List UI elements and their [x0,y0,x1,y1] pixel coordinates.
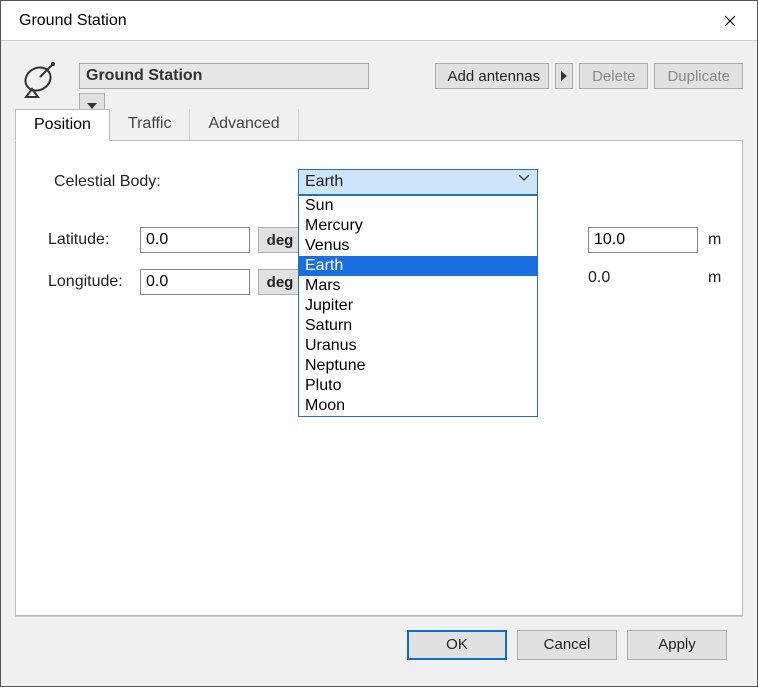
cancel-button[interactable]: Cancel [517,630,617,660]
tab-traffic[interactable]: Traffic [110,109,191,140]
add-antennas-button[interactable]: Add antennas [435,63,550,89]
dialog-window: Ground Station Add antennas [0,0,758,687]
tab-position-label: Position [34,116,91,133]
latitude-label: Latitude: [48,231,140,249]
tab-advanced[interactable]: Advanced [190,109,298,140]
latitude-input[interactable] [140,227,250,253]
celestial-body-option[interactable]: Jupiter [299,296,537,316]
chevron-down-icon [519,175,529,181]
celestial-body-combo[interactable]: Earth [298,169,538,195]
celestial-body-option[interactable]: Venus [299,236,537,256]
altitude-unit: m [708,231,728,249]
second-right-value: 0.0 [588,269,698,287]
longitude-label: Longitude: [48,273,140,291]
apply-label: Apply [658,636,696,653]
position-panel: Celestial Body: Earth SunMercuryVenusEar… [15,141,743,616]
add-antennas-dropdown[interactable] [555,63,573,89]
longitude-unit-button[interactable]: deg [258,269,302,295]
tab-traffic-label: Traffic [128,115,172,132]
delete-button[interactable]: Delete [579,63,648,89]
celestial-body-option[interactable]: Sun [299,196,537,216]
latitude-unit-button[interactable]: deg [258,227,302,253]
longitude-unit-label: deg [267,274,294,291]
apply-button[interactable]: Apply [627,630,727,660]
header-button-row: Add antennas Delete Duplicate [435,59,743,89]
celestial-body-option[interactable]: Neptune [299,356,537,376]
celestial-body-dropdown[interactable]: SunMercuryVenusEarthMarsJupiterSaturnUra… [298,195,538,417]
add-antennas-label: Add antennas [448,68,541,85]
altitude-input[interactable] [588,227,698,253]
celestial-body-selected: Earth [305,173,343,191]
footer: OK Cancel Apply [15,616,743,672]
duplicate-button[interactable]: Duplicate [654,63,743,89]
celestial-body-option[interactable]: Earth [299,256,537,276]
name-row [79,59,427,89]
client-area: Add antennas Delete Duplicate Position T… [1,41,757,686]
header-bar: Add antennas Delete Duplicate [15,59,743,101]
close-button[interactable] [702,2,757,40]
window-title: Ground Station [19,12,702,30]
celestial-body-label: Celestial Body: [48,173,298,191]
tab-advanced-label: Advanced [208,115,279,132]
duplicate-label: Duplicate [667,68,730,85]
celestial-body-option[interactable]: Pluto [299,376,537,396]
tab-position[interactable]: Position [15,109,110,141]
celestial-body-option[interactable]: Mars [299,276,537,296]
second-right-pair: 0.0 m [588,269,728,287]
satellite-dish-icon [22,59,64,101]
close-icon [724,15,736,27]
station-name-input[interactable] [79,63,369,89]
ok-button[interactable]: OK [407,630,507,660]
celestial-body-option[interactable]: Mercury [299,216,537,236]
celestial-body-option[interactable]: Moon [299,396,537,416]
celestial-body-option[interactable]: Saturn [299,316,537,336]
ok-label: OK [446,636,468,653]
tab-row: Position Traffic Advanced [15,109,743,141]
second-right-unit: m [708,269,728,287]
altitude-pair: m [588,227,728,253]
triangle-right-icon [561,71,567,81]
delete-label: Delete [592,68,635,85]
longitude-input[interactable] [140,269,250,295]
titlebar: Ground Station [1,1,757,41]
station-icon-slot [15,59,71,101]
celestial-body-row: Celestial Body: Earth [48,169,720,195]
celestial-body-option[interactable]: Uranus [299,336,537,356]
latitude-unit-label: deg [267,232,294,249]
cancel-label: Cancel [544,636,591,653]
